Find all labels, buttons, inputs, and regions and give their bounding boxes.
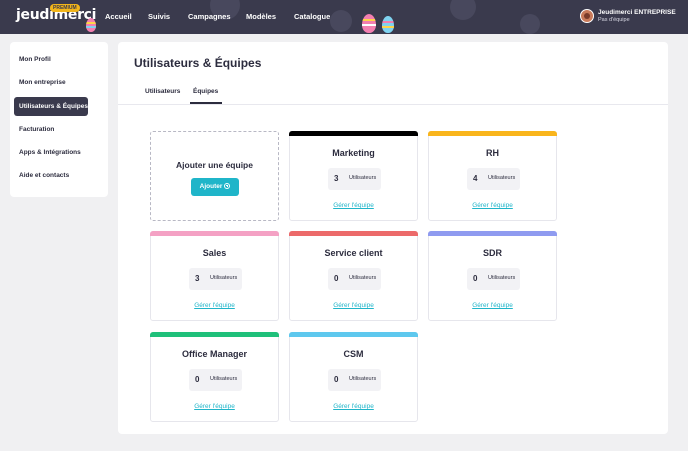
team-color-bar	[289, 231, 418, 236]
sidebar-item-entreprise[interactable]: Mon entreprise	[14, 73, 88, 92]
team-name: Office Manager	[181, 349, 248, 359]
member-count-unit: Utilisateurs	[349, 376, 377, 382]
manage-team-link[interactable]: Gérer l'équipe	[290, 202, 417, 209]
team-member-count: 0 Utilisateurs	[467, 268, 520, 290]
team-card-csm: CSM 0 Utilisateurs Gérer l'équipe	[289, 332, 418, 422]
nav-item-catalogue[interactable]: Catalogue	[294, 12, 330, 21]
sidebar-item-facturation[interactable]: Facturation	[14, 120, 88, 139]
avatar	[580, 9, 594, 23]
team-card-office-manager: Office Manager 0 Utilisateurs Gérer l'éq…	[150, 332, 279, 422]
member-count-unit: Utilisateurs	[488, 275, 516, 281]
team-name: CSM	[343, 349, 364, 359]
add-team-button[interactable]: Ajouter	[191, 178, 239, 196]
manage-team-link[interactable]: Gérer l'équipe	[429, 202, 556, 209]
user-name: Jeudimerci ENTREPRISE	[598, 9, 676, 16]
team-name: RH	[486, 148, 499, 158]
plus-circle-icon	[224, 182, 231, 189]
member-count-unit: Utilisateurs	[349, 175, 377, 181]
top-navbar: jeudimerci PREMIUM Accueil Suivis Campag…	[0, 0, 688, 34]
team-member-count: 0 Utilisateurs	[189, 369, 242, 391]
decoration-circle	[520, 14, 540, 34]
tabs-divider	[118, 104, 668, 105]
team-name: Service client	[324, 248, 383, 258]
team-color-bar	[150, 231, 279, 236]
easter-egg-icon	[86, 18, 96, 32]
team-name: Marketing	[332, 148, 375, 158]
team-color-bar	[428, 231, 557, 236]
team-member-count: 0 Utilisateurs	[328, 369, 381, 391]
easter-egg-icon	[382, 16, 394, 33]
member-count-value: 0	[195, 375, 200, 384]
member-count-unit: Utilisateurs	[210, 275, 238, 281]
add-team-title: Ajouter une équipe	[176, 160, 253, 170]
team-color-bar	[289, 332, 418, 337]
logo[interactable]: jeudimerci PREMIUM	[16, 4, 96, 24]
member-count-unit: Utilisateurs	[488, 175, 516, 181]
team-card-sales: Sales 3 Utilisateurs Gérer l'équipe	[150, 231, 279, 321]
settings-sidebar: Mon Profil Mon entreprise Utilisateurs &…	[10, 42, 108, 197]
nav-item-campagnes[interactable]: Campagnes	[188, 12, 231, 21]
manage-team-link[interactable]: Gérer l'équipe	[429, 302, 556, 309]
team-card-rh: RH 4 Utilisateurs Gérer l'équipe	[428, 131, 557, 221]
team-card-marketing: Marketing 3 Utilisateurs Gérer l'équipe	[289, 131, 418, 221]
sidebar-item-apps-integrations[interactable]: Apps & Intégrations	[14, 143, 88, 162]
member-count-value: 3	[195, 274, 200, 283]
nav-item-accueil[interactable]: Accueil	[105, 12, 132, 21]
decoration-circle	[330, 10, 352, 32]
tab-equipes[interactable]: Équipes	[193, 88, 218, 95]
easter-egg-icon	[362, 14, 376, 33]
add-team-button-label: Ajouter	[199, 183, 223, 190]
team-color-bar	[289, 131, 418, 136]
team-member-count: 4 Utilisateurs	[467, 168, 520, 190]
premium-badge: PREMIUM	[50, 4, 80, 12]
member-count-value: 0	[473, 274, 478, 283]
team-member-count: 3 Utilisateurs	[189, 268, 242, 290]
member-count-unit: Utilisateurs	[210, 376, 238, 382]
team-color-bar	[428, 131, 557, 136]
decoration-circle	[450, 0, 476, 20]
member-count-value: 0	[334, 274, 339, 283]
manage-team-link[interactable]: Gérer l'équipe	[290, 403, 417, 410]
team-card-service-client: Service client 0 Utilisateurs Gérer l'éq…	[289, 231, 418, 321]
nav-item-suivis[interactable]: Suivis	[148, 12, 170, 21]
manage-team-link[interactable]: Gérer l'équipe	[151, 403, 278, 410]
tab-utilisateurs[interactable]: Utilisateurs	[145, 88, 180, 95]
team-name: Sales	[202, 248, 227, 258]
manage-team-link[interactable]: Gérer l'équipe	[151, 302, 278, 309]
page-title: Utilisateurs & Équipes	[134, 56, 262, 70]
member-count-value: 3	[334, 174, 339, 183]
user-team: Pas d'équipe	[598, 17, 630, 23]
sidebar-item-profil[interactable]: Mon Profil	[14, 50, 88, 69]
team-member-count: 3 Utilisateurs	[328, 168, 381, 190]
sidebar-item-utilisateurs-equipes[interactable]: Utilisateurs & Équipes	[14, 97, 88, 116]
team-name: SDR	[482, 248, 502, 258]
main-panel: Utilisateurs & Équipes Utilisateurs Équi…	[118, 42, 668, 434]
team-color-bar	[150, 332, 279, 337]
nav-item-modeles[interactable]: Modèles	[246, 12, 276, 21]
member-count-value: 0	[334, 375, 339, 384]
add-team-card: Ajouter une équipe Ajouter	[150, 131, 279, 221]
team-card-sdr: SDR 0 Utilisateurs Gérer l'équipe	[428, 231, 557, 321]
team-member-count: 0 Utilisateurs	[328, 268, 381, 290]
member-count-value: 4	[473, 174, 478, 183]
sidebar-item-aide-contacts[interactable]: Aide et contacts	[14, 166, 88, 185]
manage-team-link[interactable]: Gérer l'équipe	[290, 302, 417, 309]
member-count-unit: Utilisateurs	[349, 275, 377, 281]
